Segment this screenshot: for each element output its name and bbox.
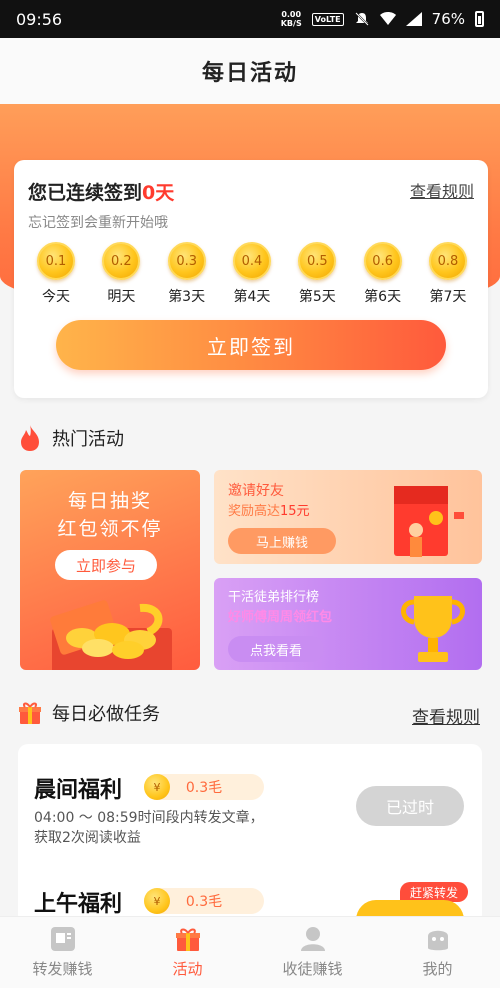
gift-icon <box>175 928 200 951</box>
trophy-icon <box>401 596 465 662</box>
wifi-icon <box>379 12 396 25</box>
tab-share-earn[interactable]: 转发赚钱 <box>0 917 125 988</box>
coin-day-label: 今天 <box>42 289 70 305</box>
coin-icon: 0.6 <box>363 242 402 280</box>
coin-day: 0.1 今天 <box>32 242 80 306</box>
coin-day: 0.6 第6天 <box>359 242 407 306</box>
bottom-tab-bar: 转发赚钱 活动 收徒赚钱 我的 <box>0 916 500 988</box>
lottery-title: 每日抽奖 <box>67 490 152 512</box>
coin-day-label: 第7天 <box>429 289 467 305</box>
coin-icon: 0.4 <box>232 242 271 280</box>
task-urgent-tag: 赶紧转发 <box>400 882 468 902</box>
task-card: 晨间福利 0.3毛 ¥ 04:00 ～ 08:59时间段内转发文章，获取2次阅读… <box>18 744 482 924</box>
coin-day-label: 明天 <box>107 289 136 305</box>
invite-reward-prefix: 奖励高达 <box>228 504 281 519</box>
user-icon <box>300 927 325 951</box>
coin-day: 0.2 明天 <box>97 242 145 306</box>
signin-streak-title: 您已连续签到0天 <box>28 178 174 205</box>
tab-me[interactable]: 我的 <box>375 917 500 988</box>
yuan-coin-icon: ¥ <box>144 774 170 800</box>
signin-rule-link[interactable]: 查看规则 <box>410 178 474 202</box>
network-speed: 0.00 KB/S <box>281 10 302 28</box>
signin-card: 您已连续签到0天 查看规则 忘记签到会重新开始哦 0.1 今天 0.2 明天 0.3… <box>14 160 488 398</box>
coin-day-label: 第4天 <box>233 289 271 305</box>
daily-tasks-header: 每日必做任务 <box>18 700 160 726</box>
tab-label: 收徒赚钱 <box>282 960 343 978</box>
battery-percent: 76% <box>431 10 465 28</box>
invite-earn-button[interactable]: 马上赚钱 <box>228 528 336 554</box>
signin-button[interactable]: 立即签到 <box>56 320 446 370</box>
rank-title: 干活徒弟排行榜 <box>228 590 320 605</box>
rank-subtitle: 好师傅周周领红包 <box>228 610 333 625</box>
coin-icon: 0.2 <box>102 242 141 280</box>
status-time: 09:56 <box>16 9 63 29</box>
page-header: 每日活动 <box>0 38 500 104</box>
signin-hint: 忘记签到会重新开始哦 <box>28 215 168 231</box>
task-description: 04:00 ～ 08:59时间段内转发文章，获取2次阅读收益 <box>34 810 264 846</box>
rank-card[interactable]: 干活徒弟排行榜 好师傅周周领红包 点我看看 <box>214 578 482 670</box>
red-envelope-icon <box>394 486 464 557</box>
network-speed-unit: KB/S <box>280 19 302 28</box>
volte-badge: VoLTE <box>311 12 344 26</box>
hot-activities-header: 热门活动 <box>18 424 124 452</box>
network-speed-value: 0.00 <box>281 10 302 19</box>
signin-streak-days: 0天 <box>142 182 175 204</box>
daily-rule-link[interactable]: 查看规则 <box>412 703 480 728</box>
battery-icon <box>475 11 484 27</box>
lottery-subtitle: 红包领不停 <box>57 518 163 540</box>
coin-day-label: 第6天 <box>364 289 402 305</box>
tab-label: 转发赚钱 <box>32 960 93 978</box>
page-title: 每日活动 <box>201 61 298 86</box>
tab-activity[interactable]: 活动 <box>125 917 250 988</box>
coin-icon: 0.8 <box>428 242 467 280</box>
hot-activities-title: 热门活动 <box>52 429 124 450</box>
coin-day: 0.4 第4天 <box>228 242 276 306</box>
rank-view-button[interactable]: 点我看看 <box>228 636 324 662</box>
invite-card[interactable]: 邀请好友 奖励高达15元 马上赚钱 <box>214 470 482 564</box>
coin-day: 0.8 第7天 <box>424 242 472 306</box>
tab-label: 活动 <box>172 960 203 978</box>
mute-icon <box>354 12 369 26</box>
signal-icon <box>405 12 422 26</box>
signin-coin-row: 0.1 今天 0.2 明天 0.3 第3天 0.4 第4天 0.5 第5天 0.6 第6天 … <box>32 242 472 306</box>
lottery-card[interactable]: 每日抽奖 红包领不停 立即参与 <box>20 470 200 670</box>
flame-icon <box>21 425 39 451</box>
gift-icon <box>19 702 41 724</box>
yuan-coin-icon: ¥ <box>144 888 170 914</box>
coin-icon: 0.3 <box>167 242 206 280</box>
coin-day-label: 第5天 <box>298 289 336 305</box>
tab-label: 我的 <box>422 960 453 978</box>
lottery-join-button[interactable]: 立即参与 <box>55 550 157 580</box>
invite-reward: 奖励高达15元 <box>228 500 310 519</box>
task-expired-button[interactable]: 已过时 <box>356 786 464 826</box>
coin-day: 0.5 第5天 <box>293 242 341 306</box>
task-name: 上午福利 <box>34 892 123 917</box>
coin-icon: 0.1 <box>37 242 75 280</box>
coin-icon: 0.5 <box>298 242 337 280</box>
invite-reward-amount: 15元 <box>280 504 310 519</box>
tab-recruit-earn[interactable]: 收徒赚钱 <box>250 917 375 988</box>
daily-tasks-title: 每日必做任务 <box>52 704 160 725</box>
task-name: 晨间福利 <box>34 778 123 803</box>
share-doc-icon <box>50 927 75 951</box>
invite-title: 邀请好友 <box>228 483 284 499</box>
coin-day-label: 第3天 <box>168 289 206 305</box>
status-icons: 0.00 KB/S VoLTE 76% <box>281 10 484 28</box>
gold-basket-icon <box>50 600 172 670</box>
coin-day: 0.3 第3天 <box>163 242 211 306</box>
face-icon <box>427 930 448 951</box>
status-bar: 09:56 0.00 KB/S VoLTE 76% <box>0 0 500 38</box>
signin-streak-prefix: 您已连续签到 <box>28 182 143 204</box>
